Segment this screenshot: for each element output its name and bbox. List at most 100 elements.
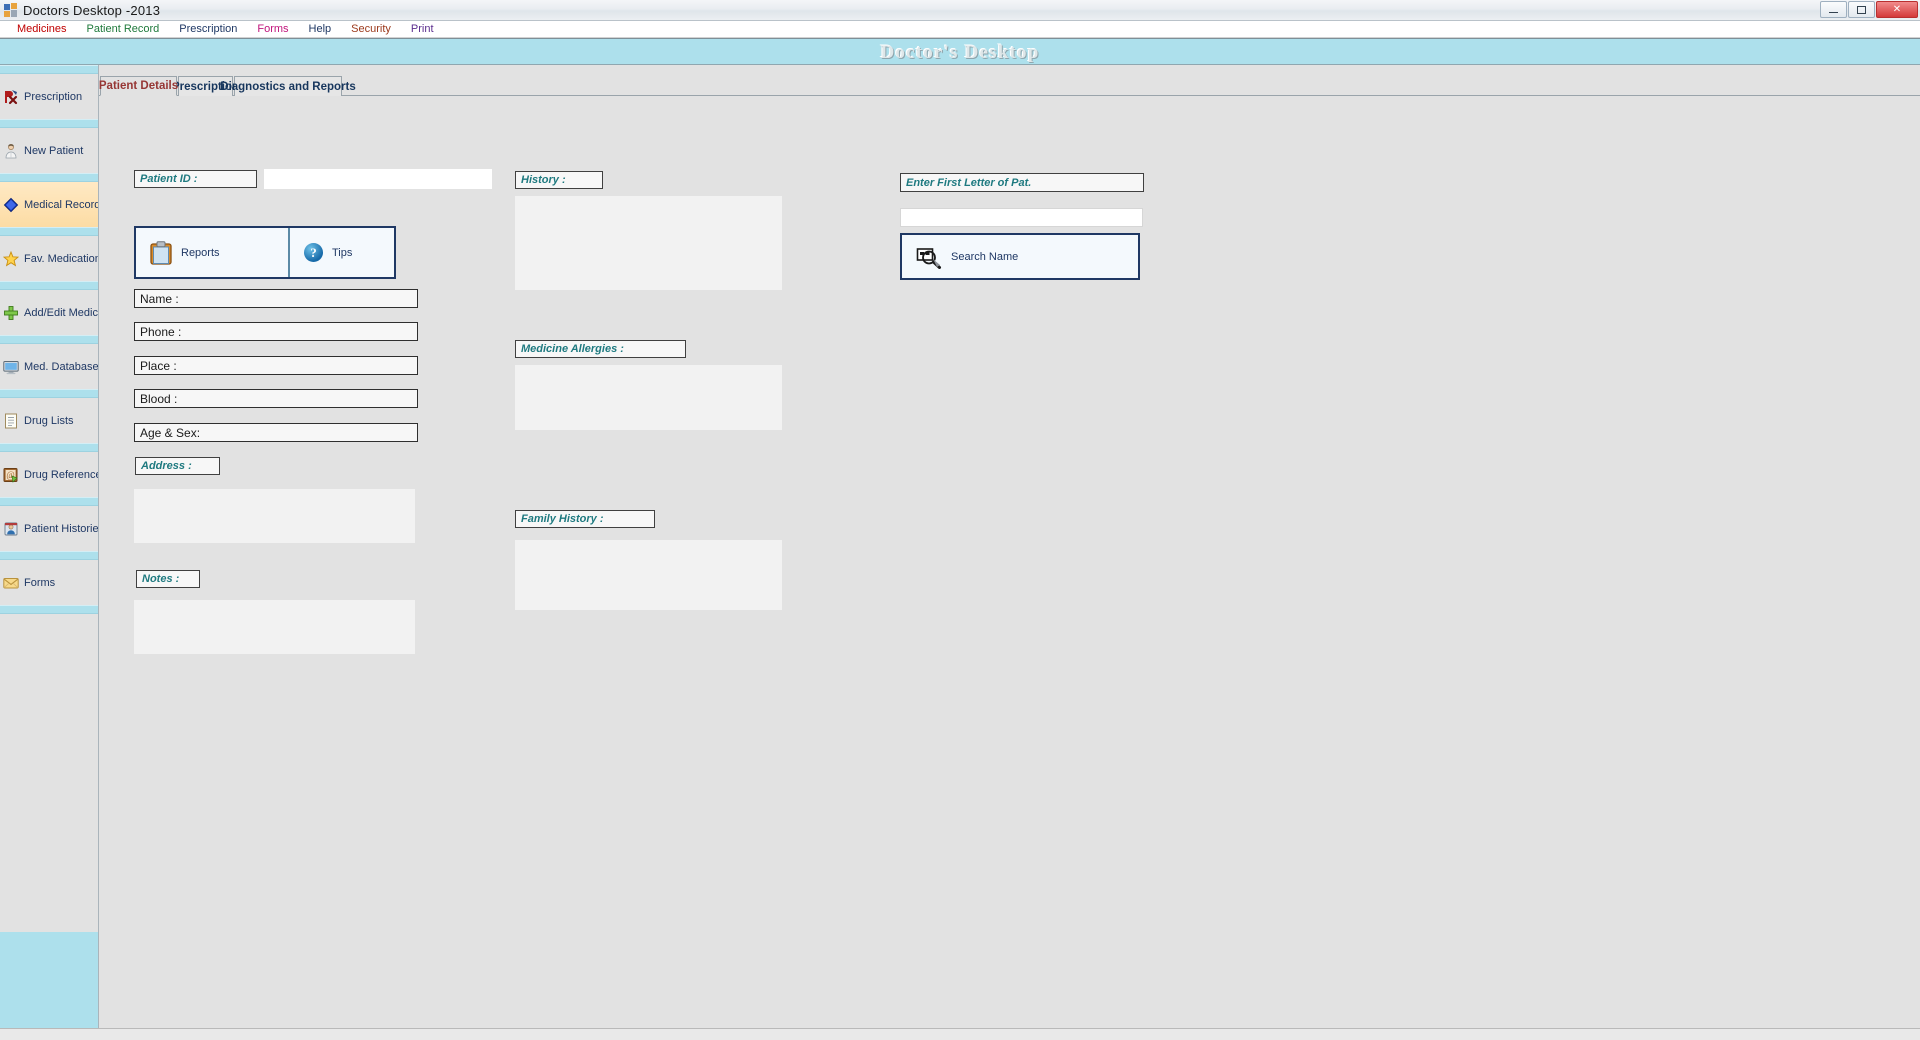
- sidebar-item-patient-histories[interactable]: Patient Histories: [0, 506, 98, 551]
- tips-button-label: Tips: [332, 246, 353, 259]
- search-name-group: Search Name: [900, 233, 1140, 280]
- history-textarea[interactable]: [515, 196, 782, 290]
- address-textarea[interactable]: [134, 489, 415, 543]
- field-place[interactable]: Place :: [134, 356, 418, 375]
- star-icon: [2, 250, 20, 267]
- menu-item-forms[interactable]: Forms: [247, 21, 298, 38]
- address-label: Address :: [135, 457, 220, 475]
- sidebar-separator: [0, 443, 98, 452]
- sidebar-item-label: Forms: [24, 576, 56, 589]
- sidebar-item-label: Medical Records: [24, 198, 99, 211]
- search-name-button-label: Search Name: [951, 250, 1019, 263]
- application-window: Doctors Desktop -2013 ✕ Medicines Patient…: [0, 0, 1920, 1040]
- tab-patient-details[interactable]: Patient Details: [99, 76, 178, 96]
- window-body: Prescription New Patient Medical Records Fa…: [0, 65, 1920, 1028]
- medicine-allergies-textarea[interactable]: [515, 365, 782, 430]
- field-phone[interactable]: Phone :: [134, 322, 418, 341]
- sidebar-separator: [0, 605, 98, 614]
- envelope-icon: [3, 575, 19, 591]
- field-label: Phone :: [140, 324, 182, 339]
- search-name-input[interactable]: [900, 208, 1143, 227]
- sidebar-item-medical-records[interactable]: Medical Records: [0, 182, 98, 227]
- window-controls: ✕: [1820, 1, 1918, 18]
- tab-diagnostics-and-reports[interactable]: Diagnostics and Reports: [220, 76, 356, 96]
- medical-records-icon: [3, 197, 19, 213]
- sidebar-separator: [0, 119, 98, 128]
- sidebar-filler: [0, 614, 98, 932]
- menu-bar: Medicines Patient Record Prescription Forms…: [0, 21, 1920, 38]
- sidebar-item-label: Prescription: [24, 90, 83, 103]
- menu-item-help[interactable]: Help: [299, 21, 342, 38]
- maximize-button[interactable]: [1848, 1, 1875, 18]
- notes-textarea[interactable]: [134, 600, 415, 654]
- monitor-icon: [3, 359, 19, 375]
- sidebar-item-label: Add/Edit Medicines: [24, 306, 98, 319]
- histories-icon: [3, 521, 19, 537]
- search-magnifier-icon: [916, 245, 942, 269]
- reports-button[interactable]: Reports: [136, 228, 288, 277]
- list-icon: [3, 413, 19, 429]
- tab-label: Diagnostics and Reports: [220, 80, 356, 93]
- book-at-icon: @: [3, 467, 19, 483]
- notes-label: Notes :: [136, 570, 200, 588]
- app-banner: Doctor's Desktop: [0, 38, 1920, 65]
- medicine-allergies-label: Medicine Allergies :: [515, 340, 686, 358]
- sidebar-item-drug-lists[interactable]: Drug Lists: [0, 398, 98, 443]
- new-patient-icon: [3, 143, 19, 159]
- patient-id-label: Patient ID :: [134, 170, 257, 188]
- field-label: Blood :: [140, 391, 178, 406]
- sidebar-item-fav-medication[interactable]: Fav. Medication: [0, 236, 98, 281]
- prescription-rx-icon: [3, 89, 19, 105]
- family-history-label: Family History :: [515, 510, 655, 528]
- sidebar-item-add-edit-medicines[interactable]: Add/Edit Medicines: [0, 290, 98, 335]
- field-label: Name :: [140, 291, 179, 306]
- clipboard-icon: [150, 240, 172, 265]
- sidebar-item-drug-reference[interactable]: @ Drug Reference: [0, 452, 98, 497]
- sidebar-separator: [0, 227, 98, 236]
- sidebar-separator: [0, 389, 98, 398]
- reports-button-label: Reports: [181, 246, 220, 259]
- sidebar-item-label: Fav. Medication: [24, 252, 99, 265]
- field-blood[interactable]: Blood :: [134, 389, 418, 408]
- banner-title: Doctor's Desktop: [880, 42, 1040, 63]
- search-name-button[interactable]: Search Name: [902, 235, 1138, 278]
- sidebar-item-label: New Patient: [24, 144, 84, 157]
- patient-id-input[interactable]: [264, 169, 492, 189]
- menu-item-medicines[interactable]: Medicines: [7, 21, 77, 38]
- main-content: Patient Details Prescription Diagnostics a…: [99, 65, 1920, 1028]
- sidebar-navigation: Prescription New Patient Medical Records Fa…: [0, 65, 99, 1028]
- sidebar-separator: [0, 551, 98, 560]
- sidebar-separator: [0, 65, 98, 74]
- status-bar: [0, 1028, 1920, 1040]
- window-title: Doctors Desktop -2013: [23, 2, 161, 18]
- sidebar-item-label: Med. Database: [24, 360, 99, 373]
- menu-item-security[interactable]: Security: [341, 21, 401, 38]
- title-bar: Doctors Desktop -2013 ✕: [0, 0, 1920, 21]
- sidebar-item-prescription[interactable]: Prescription: [0, 74, 98, 119]
- tab-strip: Patient Details Prescription Diagnostics a…: [99, 76, 1920, 96]
- plus-icon: [3, 305, 19, 321]
- sidebar-separator: [0, 281, 98, 290]
- question-circle-icon: ?: [304, 243, 323, 262]
- sidebar-separator: [0, 497, 98, 506]
- tips-button[interactable]: ? Tips: [288, 228, 394, 277]
- history-label: History :: [515, 171, 603, 189]
- sidebar-item-med-database[interactable]: Med. Database: [0, 344, 98, 389]
- sidebar-item-label: Patient Histories: [24, 522, 99, 535]
- menu-item-print[interactable]: Print: [401, 21, 444, 38]
- sidebar-item-label: Drug Lists: [24, 414, 74, 427]
- reports-tips-group: Reports ? Tips: [134, 226, 396, 279]
- sidebar-item-forms[interactable]: Forms: [0, 560, 98, 605]
- field-name[interactable]: Name :: [134, 289, 418, 308]
- menu-item-prescription[interactable]: Prescription: [169, 21, 247, 38]
- sidebar-item-label: Drug Reference: [24, 468, 99, 481]
- family-history-textarea[interactable]: [515, 540, 782, 610]
- close-button[interactable]: ✕: [1876, 1, 1918, 18]
- first-letter-label: Enter First Letter of Pat.: [900, 173, 1144, 192]
- sidebar-item-new-patient[interactable]: New Patient: [0, 128, 98, 173]
- field-age-sex[interactable]: Age & Sex:: [134, 423, 418, 442]
- minimize-button[interactable]: [1820, 1, 1847, 18]
- menu-item-patient-record[interactable]: Patient Record: [77, 21, 170, 38]
- sidebar-separator: [0, 335, 98, 344]
- sidebar-separator: [0, 173, 98, 182]
